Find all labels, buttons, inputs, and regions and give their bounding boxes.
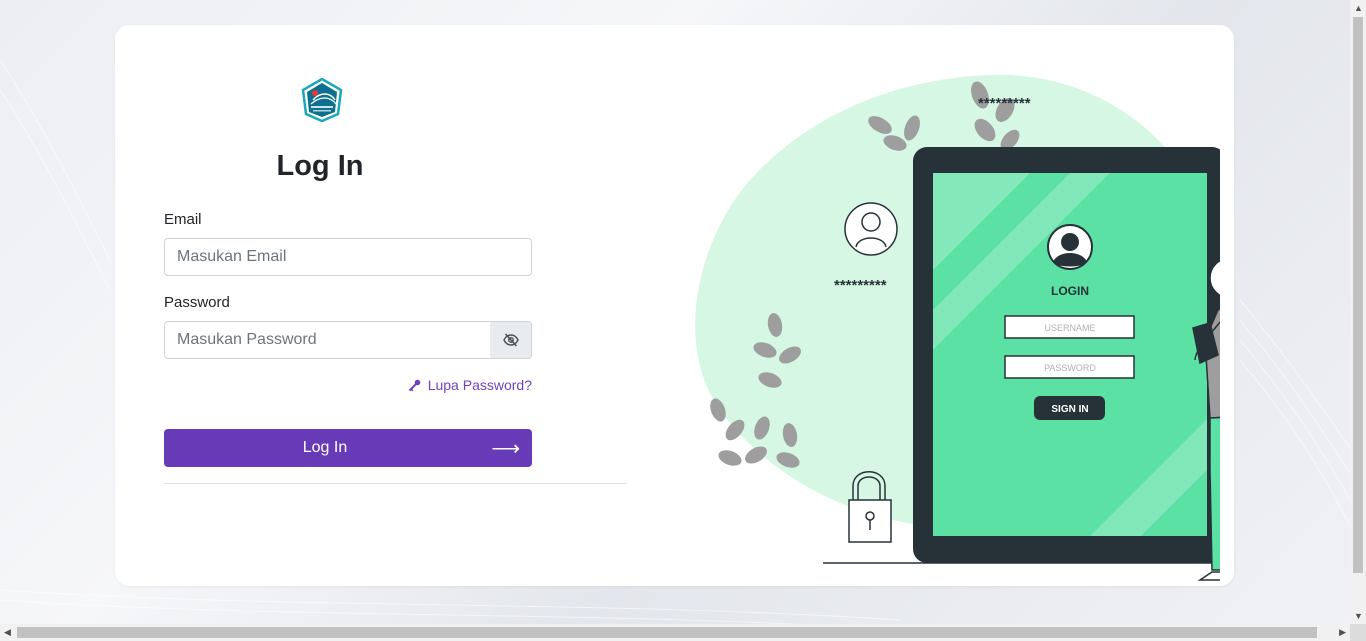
login-button[interactable]: Log In ⟶: [164, 429, 532, 467]
scroll-down-arrow-icon[interactable]: ▼: [1354, 611, 1363, 621]
user-icon-left: [844, 202, 898, 256]
email-input[interactable]: [164, 238, 532, 276]
svg-text:USERNAME: USERNAME: [1044, 323, 1095, 333]
vertical-scrollbar[interactable]: ▲ ▼: [1350, 0, 1366, 624]
institution-logo: [301, 78, 343, 122]
login-button-label: Log In: [302, 439, 348, 456]
masked-text-1: *********: [978, 95, 1031, 112]
forgot-password-label: Lupa Password?: [427, 377, 532, 393]
page-title: Log In: [276, 150, 364, 182]
horizontal-scrollbar[interactable]: ◀ ▶: [0, 624, 1350, 641]
scroll-right-arrow-icon[interactable]: ▶: [1339, 627, 1346, 638]
login-illustration: LOGIN USERNAME PASSWORD SIGN IN ********…: [695, 74, 1220, 581]
scroll-up-arrow-icon[interactable]: ▲: [1354, 3, 1363, 13]
forgot-password-link[interactable]: Lupa Password?: [405, 377, 532, 393]
svg-text:SIGN IN: SIGN IN: [1051, 404, 1088, 415]
eye-slash-icon: [502, 333, 519, 347]
svg-text:PASSWORD: PASSWORD: [1044, 363, 1096, 373]
arrow-right-icon: ⟶: [491, 438, 520, 460]
password-label: Password: [164, 294, 230, 311]
email-label: Email: [164, 211, 202, 228]
toggle-password-visibility-button[interactable]: [490, 321, 532, 359]
screen-login-heading: LOGIN: [1051, 284, 1089, 298]
login-card: Log In Email Password Lupa Password? Log…: [115, 25, 1234, 586]
vertical-scroll-thumb[interactable]: [1353, 17, 1363, 573]
key-icon: [408, 379, 421, 391]
scrollbar-corner: [1350, 624, 1366, 641]
scroll-left-arrow-icon[interactable]: ◀: [4, 627, 11, 638]
divider: [164, 483, 627, 484]
password-input[interactable]: [164, 321, 491, 359]
horizontal-scroll-thumb[interactable]: [17, 627, 1317, 638]
masked-text-3: *********: [834, 277, 887, 294]
